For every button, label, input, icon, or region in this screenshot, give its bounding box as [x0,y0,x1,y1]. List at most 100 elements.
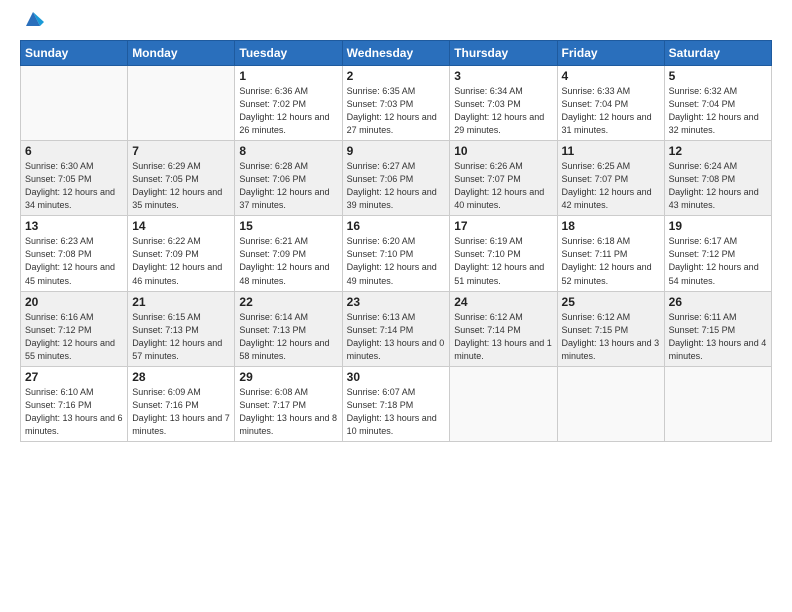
day-info: Sunrise: 6:34 AM Sunset: 7:03 PM Dayligh… [454,85,552,137]
day-info: Sunrise: 6:28 AM Sunset: 7:06 PM Dayligh… [239,160,337,212]
calendar-header-monday: Monday [128,41,235,66]
calendar-cell [450,366,557,441]
day-number: 17 [454,219,552,233]
day-info: Sunrise: 6:07 AM Sunset: 7:18 PM Dayligh… [347,386,446,438]
calendar-cell: 13Sunrise: 6:23 AM Sunset: 7:08 PM Dayli… [21,216,128,291]
calendar-cell: 4 Sunrise: 6:33 AM Sunset: 7:04 PM Daylig… [557,66,664,141]
day-info: Sunrise: 6:32 AM Sunset: 7:04 PM Dayligh… [669,85,767,137]
day-number: 15 [239,219,337,233]
calendar-cell [128,66,235,141]
calendar-cell: 21 Sunrise: 6:15 AM Sunset: 7:13 PM Dayli… [128,291,235,366]
day-number: 21 [132,295,230,309]
day-info: Sunrise: 6:13 AM Sunset: 7:14 PM Dayligh… [347,311,446,363]
calendar-cell: 27 Sunrise: 6:10 AM Sunset: 7:16 PM Dayli… [21,366,128,441]
calendar-cell: 5Sunrise: 6:32 AM Sunset: 7:04 PM Daylig… [664,66,771,141]
calendar-cell [21,66,128,141]
calendar-cell: 18 Sunrise: 6:18 AM Sunset: 7:11 PM Dayli… [557,216,664,291]
calendar-cell: 7 Sunrise: 6:29 AM Sunset: 7:05 PM Daylig… [128,141,235,216]
day-number: 9 [347,144,446,158]
day-info: Sunrise: 6:12 AM Sunset: 7:14 PM Dayligh… [454,311,552,363]
logo [20,16,44,30]
day-info: Sunrise: 6:30 AM Sunset: 7:05 PM Dayligh… [25,160,123,212]
calendar-cell: 10 Sunrise: 6:26 AM Sunset: 7:07 PM Dayli… [450,141,557,216]
header [20,16,772,30]
day-number: 23 [347,295,446,309]
calendar-cell: 23 Sunrise: 6:13 AM Sunset: 7:14 PM Dayli… [342,291,450,366]
day-info: Sunrise: 6:33 AM Sunset: 7:04 PM Dayligh… [562,85,660,137]
calendar-cell: 8 Sunrise: 6:28 AM Sunset: 7:06 PM Daylig… [235,141,342,216]
calendar-header-wednesday: Wednesday [342,41,450,66]
day-info: Sunrise: 6:08 AM Sunset: 7:17 PM Dayligh… [239,386,337,438]
calendar-cell: 22Sunrise: 6:14 AM Sunset: 7:13 PM Dayli… [235,291,342,366]
day-number: 16 [347,219,446,233]
day-info: Sunrise: 6:17 AM Sunset: 7:12 PM Dayligh… [669,235,767,287]
day-number: 10 [454,144,552,158]
day-info: Sunrise: 6:35 AM Sunset: 7:03 PM Dayligh… [347,85,446,137]
calendar-cell: 30Sunrise: 6:07 AM Sunset: 7:18 PM Dayli… [342,366,450,441]
day-info: Sunrise: 6:19 AM Sunset: 7:10 PM Dayligh… [454,235,552,287]
day-number: 3 [454,69,552,83]
day-number: 2 [347,69,446,83]
calendar-header-saturday: Saturday [664,41,771,66]
calendar-cell: 6 Sunrise: 6:30 AM Sunset: 7:05 PM Daylig… [21,141,128,216]
day-info: Sunrise: 6:22 AM Sunset: 7:09 PM Dayligh… [132,235,230,287]
calendar-table: SundayMondayTuesdayWednesdayThursdayFrid… [20,40,772,442]
day-info: Sunrise: 6:11 AM Sunset: 7:15 PM Dayligh… [669,311,767,363]
day-number: 11 [562,144,660,158]
day-number: 7 [132,144,230,158]
calendar-cell: 16 Sunrise: 6:20 AM Sunset: 7:10 PM Dayli… [342,216,450,291]
calendar-header-friday: Friday [557,41,664,66]
calendar-cell: 14 Sunrise: 6:22 AM Sunset: 7:09 PM Dayli… [128,216,235,291]
calendar-header-thursday: Thursday [450,41,557,66]
day-number: 6 [25,144,123,158]
day-number: 28 [132,370,230,384]
day-number: 22 [239,295,337,309]
calendar-cell [664,366,771,441]
day-info: Sunrise: 6:10 AM Sunset: 7:16 PM Dayligh… [25,386,123,438]
day-number: 14 [132,219,230,233]
calendar-cell: 12 Sunrise: 6:24 AM Sunset: 7:08 PM Dayli… [664,141,771,216]
calendar-cell: 24 Sunrise: 6:12 AM Sunset: 7:14 PM Dayli… [450,291,557,366]
day-number: 12 [669,144,767,158]
day-info: Sunrise: 6:20 AM Sunset: 7:10 PM Dayligh… [347,235,446,287]
calendar-cell [557,366,664,441]
day-info: Sunrise: 6:27 AM Sunset: 7:06 PM Dayligh… [347,160,446,212]
calendar-cell: 17 Sunrise: 6:19 AM Sunset: 7:10 PM Dayli… [450,216,557,291]
day-info: Sunrise: 6:21 AM Sunset: 7:09 PM Dayligh… [239,235,337,287]
calendar-week-row: 27 Sunrise: 6:10 AM Sunset: 7:16 PM Dayli… [21,366,772,441]
calendar-week-row: 13Sunrise: 6:23 AM Sunset: 7:08 PM Dayli… [21,216,772,291]
day-info: Sunrise: 6:24 AM Sunset: 7:08 PM Dayligh… [669,160,767,212]
day-info: Sunrise: 6:16 AM Sunset: 7:12 PM Dayligh… [25,311,123,363]
day-number: 27 [25,370,123,384]
day-number: 13 [25,219,123,233]
day-info: Sunrise: 6:09 AM Sunset: 7:16 PM Dayligh… [132,386,230,438]
day-info: Sunrise: 6:18 AM Sunset: 7:11 PM Dayligh… [562,235,660,287]
logo-icon [22,8,44,30]
day-info: Sunrise: 6:12 AM Sunset: 7:15 PM Dayligh… [562,311,660,363]
day-number: 1 [239,69,337,83]
calendar-cell: 29 Sunrise: 6:08 AM Sunset: 7:17 PM Dayli… [235,366,342,441]
page: SundayMondayTuesdayWednesdayThursdayFrid… [0,0,792,612]
calendar-header-tuesday: Tuesday [235,41,342,66]
calendar-cell: 2 Sunrise: 6:35 AM Sunset: 7:03 PM Daylig… [342,66,450,141]
calendar-cell: 28 Sunrise: 6:09 AM Sunset: 7:16 PM Dayli… [128,366,235,441]
calendar-cell: 9 Sunrise: 6:27 AM Sunset: 7:06 PM Daylig… [342,141,450,216]
calendar-cell: 3 Sunrise: 6:34 AM Sunset: 7:03 PM Daylig… [450,66,557,141]
day-info: Sunrise: 6:15 AM Sunset: 7:13 PM Dayligh… [132,311,230,363]
day-number: 24 [454,295,552,309]
day-number: 20 [25,295,123,309]
calendar-week-row: 6 Sunrise: 6:30 AM Sunset: 7:05 PM Daylig… [21,141,772,216]
calendar-header-row: SundayMondayTuesdayWednesdayThursdayFrid… [21,41,772,66]
calendar-header-sunday: Sunday [21,41,128,66]
calendar-cell: 11Sunrise: 6:25 AM Sunset: 7:07 PM Dayli… [557,141,664,216]
day-number: 26 [669,295,767,309]
day-number: 29 [239,370,337,384]
day-number: 4 [562,69,660,83]
day-number: 18 [562,219,660,233]
day-info: Sunrise: 6:26 AM Sunset: 7:07 PM Dayligh… [454,160,552,212]
day-info: Sunrise: 6:36 AM Sunset: 7:02 PM Dayligh… [239,85,337,137]
day-info: Sunrise: 6:29 AM Sunset: 7:05 PM Dayligh… [132,160,230,212]
day-number: 19 [669,219,767,233]
day-number: 8 [239,144,337,158]
calendar-cell: 20 Sunrise: 6:16 AM Sunset: 7:12 PM Dayli… [21,291,128,366]
